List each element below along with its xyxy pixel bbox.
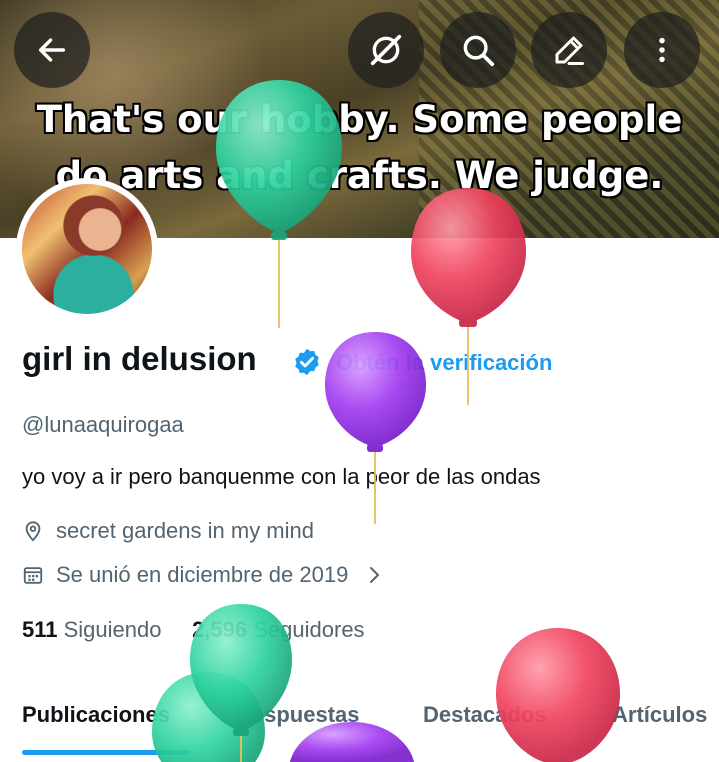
active-tab-indicator	[22, 750, 190, 755]
pencil-icon	[555, 36, 584, 65]
following-count: 511	[22, 617, 58, 642]
profile-bio: yo voy a ir pero banquenme con la peor d…	[22, 464, 541, 489]
chevron-right-icon	[370, 567, 380, 583]
following-link[interactable]: 511 Siguiendo	[22, 617, 162, 642]
tab-publicaciones[interactable]: Publicaciones	[22, 702, 170, 728]
back-button[interactable]	[14, 12, 90, 88]
followers-count: 2,596	[192, 617, 248, 642]
more-button[interactable]	[624, 12, 700, 88]
tab-respuestas[interactable]: Respuestas	[236, 702, 360, 728]
get-verified-link[interactable]: Obtén la verificación	[336, 350, 552, 376]
balloon-purple-bottom	[290, 722, 414, 762]
followers-link[interactable]: 2,596 Seguidores	[192, 617, 365, 642]
grok-button[interactable]	[348, 12, 424, 88]
avatar[interactable]	[22, 184, 152, 314]
banner-text-line1: That's our hobby. Some people	[36, 98, 683, 141]
balloon-pink-bottom	[496, 628, 620, 762]
calendar-icon	[23, 567, 43, 584]
tab-articulos[interactable]: Artículos	[612, 702, 707, 728]
location-pin-icon	[25, 521, 41, 542]
profile-avatar-frame[interactable]	[16, 178, 158, 320]
joined-row[interactable]: Se unió en diciembre de 2019	[22, 562, 386, 588]
following-label: Siguiendo	[63, 617, 162, 642]
verified-badge-icon[interactable]	[292, 347, 322, 377]
search-icon	[463, 35, 495, 67]
follow-stats: 511 Siguiendo 2,596 Seguidores	[22, 617, 365, 643]
tab-destacados[interactable]: Destacados	[423, 702, 547, 728]
profile-name: girl in delusion	[22, 340, 257, 377]
followers-label: Seguidores	[253, 617, 365, 642]
profile-handle: @lunaaquirogaa	[22, 412, 184, 437]
search-button[interactable]	[440, 12, 516, 88]
joined-text: Se unió en diciembre de 2019	[56, 562, 349, 587]
arrow-left-icon	[38, 38, 66, 62]
edit-button[interactable]	[531, 12, 607, 88]
location-text: secret gardens in my mind	[56, 518, 314, 543]
more-vertical-icon	[659, 37, 665, 63]
location-row: secret gardens in my mind	[22, 518, 314, 544]
grok-icon	[370, 34, 402, 66]
